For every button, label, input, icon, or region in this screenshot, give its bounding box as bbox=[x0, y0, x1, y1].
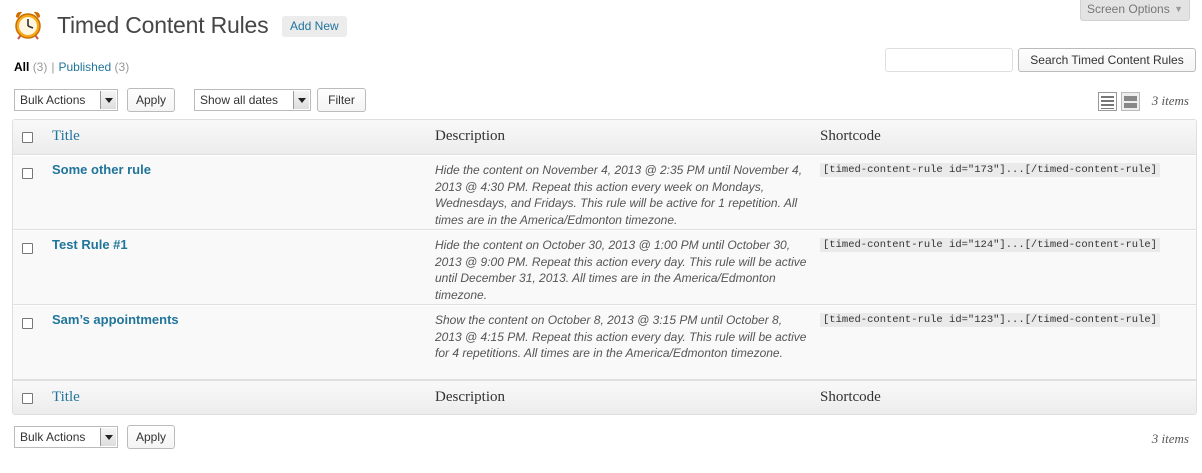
table-footer: Title Description Shortcode bbox=[13, 380, 1196, 414]
filter-button[interactable]: Filter bbox=[317, 88, 366, 112]
page-title: Timed Content Rules bbox=[57, 12, 269, 38]
row-title-link[interactable]: Some other rule bbox=[52, 162, 151, 177]
apply-button[interactable]: Apply bbox=[127, 88, 175, 112]
list-view-icon[interactable] bbox=[1098, 92, 1117, 111]
select-all-checkbox[interactable] bbox=[22, 132, 33, 143]
alarm-clock-icon bbox=[15, 11, 41, 40]
row-description: Hide the content on October 30, 2013 @ 1… bbox=[435, 238, 807, 302]
items-count: 3 items bbox=[1151, 93, 1189, 108]
excerpt-view-icon[interactable] bbox=[1121, 92, 1140, 111]
row-description: Show the content on October 8, 2013 @ 3:… bbox=[435, 313, 807, 360]
dropdown-arrow-icon bbox=[100, 91, 116, 109]
search-button[interactable]: Search Timed Content Rules bbox=[1018, 48, 1196, 72]
date-filter-select[interactable]: Show all dates bbox=[194, 89, 311, 111]
row-shortcode: [timed-content-rule id="173"]...[/timed-… bbox=[820, 163, 1160, 177]
select-all-checkbox-footer[interactable] bbox=[22, 393, 33, 404]
add-new-button[interactable]: Add New bbox=[282, 16, 347, 37]
row-checkbox[interactable] bbox=[22, 168, 33, 179]
row-title-link[interactable]: Sam’s appointments bbox=[52, 312, 179, 327]
table-row: Test Rule #1 Hide the content on October… bbox=[13, 230, 1196, 305]
view-all[interactable]: All (3) bbox=[14, 60, 47, 74]
column-description-header: Description bbox=[435, 128, 505, 144]
row-title-link[interactable]: Test Rule #1 bbox=[52, 237, 128, 252]
rules-table: Title Description Shortcode Some other r… bbox=[12, 119, 1197, 415]
column-description-footer: Description bbox=[435, 389, 505, 405]
status-filter-links: All (3) | Published (3) bbox=[14, 60, 129, 74]
table-row: Sam’s appointments Show the content on O… bbox=[13, 305, 1196, 380]
dropdown-arrow-icon bbox=[293, 91, 309, 109]
items-count-bottom: 3 items bbox=[1151, 431, 1189, 446]
table-header: Title Description Shortcode bbox=[13, 120, 1196, 155]
bulk-actions-select[interactable]: Bulk Actions bbox=[14, 89, 118, 111]
column-title-footer[interactable]: Title bbox=[52, 389, 80, 406]
bulk-actions-select-bottom[interactable]: Bulk Actions bbox=[14, 426, 118, 448]
table-row: Some other rule Hide the content on Nove… bbox=[13, 155, 1196, 230]
row-checkbox[interactable] bbox=[22, 243, 33, 254]
row-checkbox[interactable] bbox=[22, 318, 33, 329]
row-description: Hide the content on November 4, 2013 @ 2… bbox=[435, 163, 803, 227]
separator: | bbox=[51, 60, 55, 74]
screen-options-label: Screen Options bbox=[1087, 2, 1170, 16]
search-input[interactable] bbox=[885, 48, 1013, 72]
column-shortcode-header: Shortcode bbox=[820, 128, 881, 144]
view-published[interactable]: Published (3) bbox=[58, 60, 129, 74]
screen-options-button[interactable]: Screen Options ▼ bbox=[1080, 0, 1190, 21]
row-shortcode: [timed-content-rule id="123"]...[/timed-… bbox=[820, 313, 1160, 327]
column-title-header[interactable]: Title bbox=[52, 128, 80, 145]
row-shortcode: [timed-content-rule id="124"]...[/timed-… bbox=[820, 238, 1160, 252]
dropdown-arrow-icon bbox=[100, 428, 116, 446]
apply-button-bottom[interactable]: Apply bbox=[127, 425, 175, 449]
triangle-down-icon: ▼ bbox=[1174, 4, 1183, 14]
column-shortcode-footer: Shortcode bbox=[820, 389, 881, 405]
